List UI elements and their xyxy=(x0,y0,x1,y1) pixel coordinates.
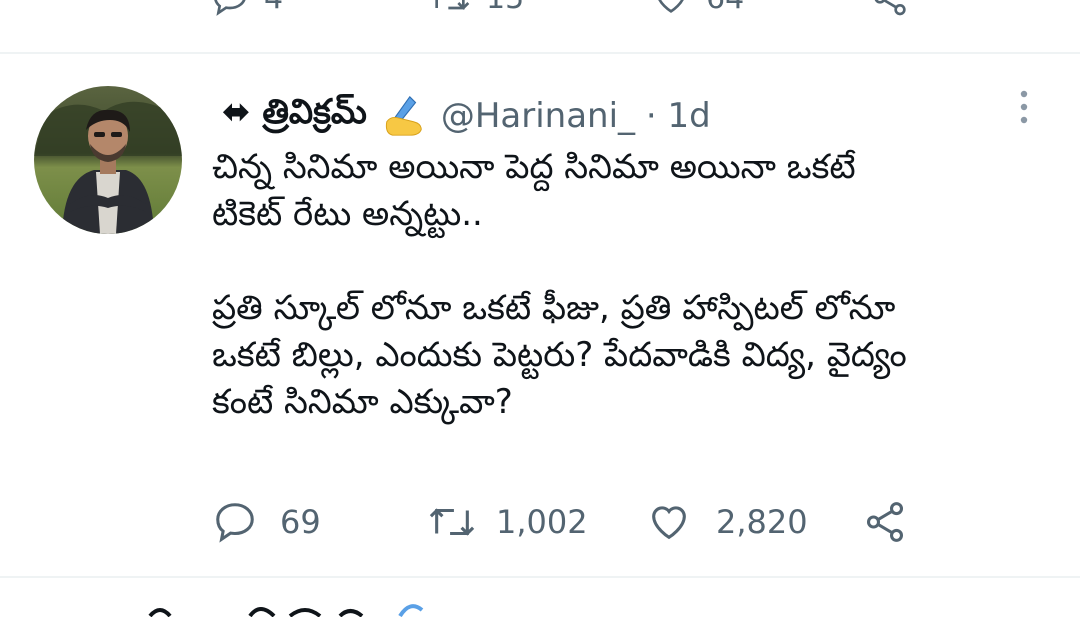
tweet-text: చిన్న సినిమా అయినా పెద్ద సినిమా అయినా ఒక… xyxy=(212,147,907,422)
heart-icon xyxy=(652,506,686,540)
tweet-divider xyxy=(0,52,1080,54)
prev-reply-button[interactable]: 4 xyxy=(210,0,283,18)
display-name[interactable]: ⬌ త్రివిక్రమ్ xyxy=(222,92,367,140)
prev-retweet-button[interactable]: 15 xyxy=(428,0,524,18)
more-options-button[interactable] xyxy=(1012,88,1036,128)
more-vertical-icon xyxy=(1020,90,1028,124)
previous-tweet-actions: 4 15 64 xyxy=(210,0,930,22)
retweet-icon xyxy=(429,508,475,536)
like-count: 2,820 xyxy=(716,503,808,541)
retweet-icon xyxy=(435,0,470,10)
reply-button[interactable]: 69 xyxy=(212,497,321,547)
tweet-header: ⬌ త్రివిక్రమ్ @Harinani_ · 1d xyxy=(212,88,711,144)
like-button[interactable]: 2,820 xyxy=(646,497,808,547)
tweet-divider xyxy=(0,576,1080,578)
profile-photo xyxy=(34,86,182,234)
reply-icon xyxy=(214,0,246,16)
prev-retweet-count: 15 xyxy=(486,0,524,16)
prev-reply-count: 4 xyxy=(264,0,283,16)
prev-like-button[interactable]: 64 xyxy=(650,0,744,18)
writing-hand-icon xyxy=(385,95,422,136)
prev-share-button[interactable] xyxy=(870,0,910,18)
reply-count: 69 xyxy=(280,503,321,541)
prev-like-count: 64 xyxy=(706,0,744,16)
avatar[interactable] xyxy=(34,86,182,234)
retweet-count: 1,002 xyxy=(496,503,588,541)
retweet-button[interactable]: 1,002 xyxy=(426,497,588,547)
heart-icon xyxy=(658,0,684,13)
handle-and-time[interactable]: @Harinani_ · 1d xyxy=(441,96,711,136)
next-tweet-name-glyphs xyxy=(148,604,424,617)
share-icon xyxy=(874,0,906,16)
next-tweet-header-clipped xyxy=(140,600,440,617)
share-button[interactable] xyxy=(862,497,908,547)
tweet-actions: 69 1,002 2,820 xyxy=(212,497,932,547)
reply-icon xyxy=(216,503,254,543)
share-icon xyxy=(866,502,904,542)
